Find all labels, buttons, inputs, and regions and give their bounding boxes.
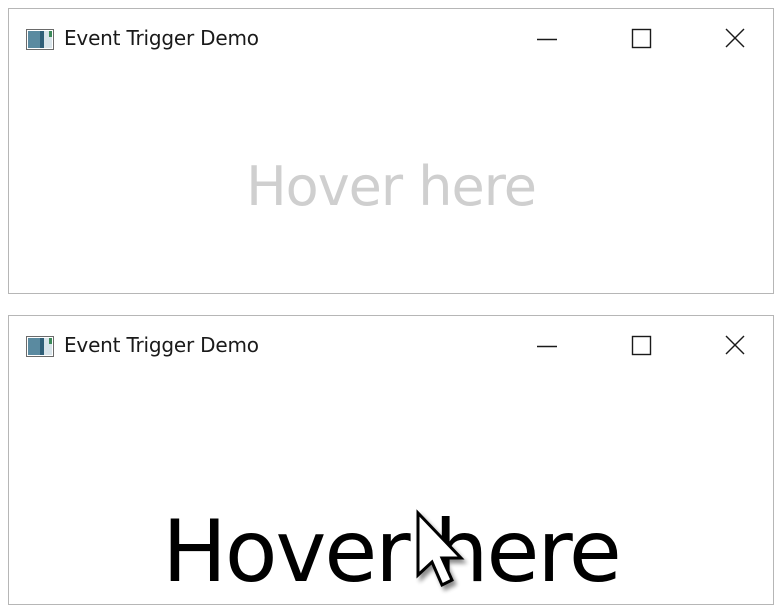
maximize-icon (631, 28, 652, 49)
mouse-pointer-icon (412, 509, 476, 599)
title-bar[interactable]: Event Trigger Demo (9, 9, 773, 67)
app-window-icon (26, 29, 54, 50)
window-idle: Event Trigger Demo Hover here (8, 8, 774, 294)
close-button[interactable] (715, 21, 755, 57)
window-content: Hover here (9, 374, 773, 604)
minimize-icon (537, 38, 557, 41)
close-icon (725, 335, 745, 355)
hover-text[interactable]: Hover here (9, 502, 773, 602)
maximize-icon (631, 335, 652, 356)
close-button[interactable] (715, 328, 755, 364)
minimize-icon (537, 345, 557, 348)
window-title: Event Trigger Demo (64, 333, 259, 357)
close-icon (725, 28, 745, 48)
minimize-button[interactable] (527, 328, 567, 364)
window-hovered: Event Trigger Demo Hover here (8, 315, 774, 605)
app-window-icon (26, 336, 54, 357)
maximize-button[interactable] (621, 21, 661, 57)
title-bar[interactable]: Event Trigger Demo (9, 316, 773, 374)
minimize-button[interactable] (527, 21, 567, 57)
window-title: Event Trigger Demo (64, 26, 259, 50)
window-content: Hover here (9, 67, 773, 293)
hover-text[interactable]: Hover here (9, 155, 773, 219)
maximize-button[interactable] (621, 328, 661, 364)
